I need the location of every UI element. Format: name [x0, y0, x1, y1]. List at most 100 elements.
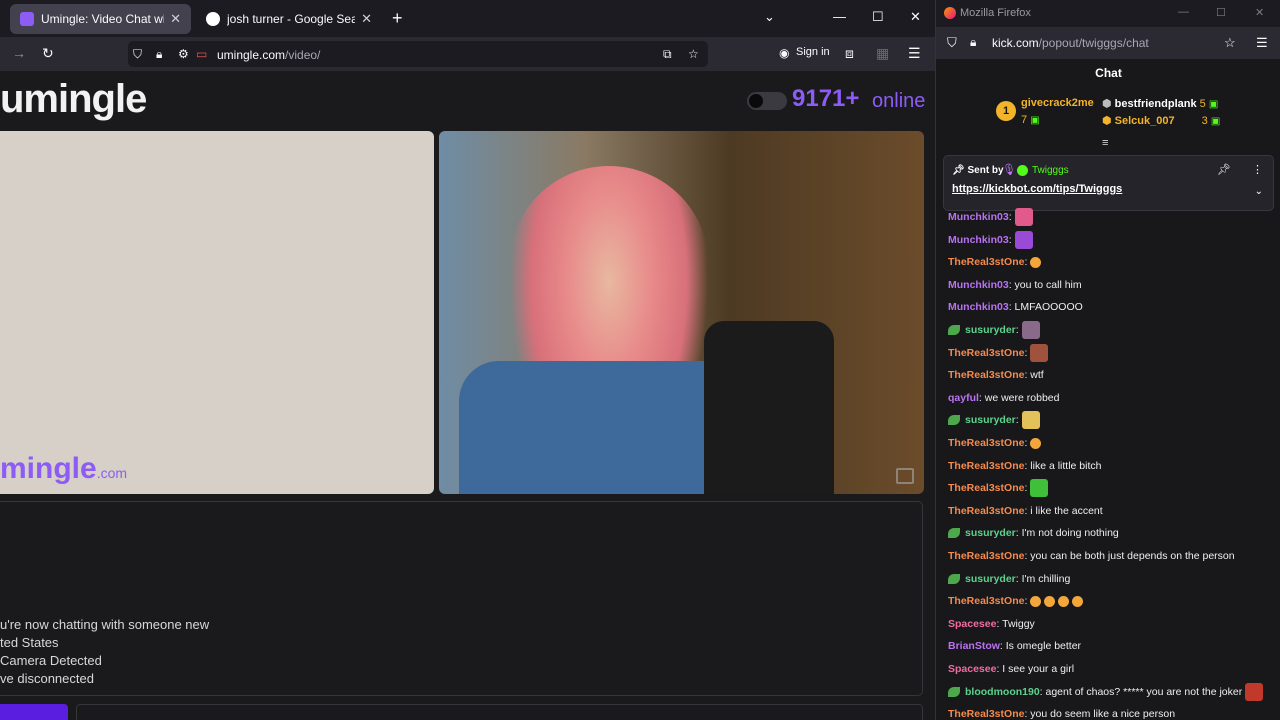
chat-message: Spacesee: Twiggy	[948, 613, 1035, 635]
chat-message: TheReal3stOne: i like the accent	[948, 500, 1103, 522]
rank-badge: 1	[996, 101, 1016, 121]
chat-username[interactable]: susuryder	[965, 324, 1016, 336]
chat-username[interactable]: Munchkin03	[948, 279, 1009, 291]
chat-username[interactable]: TheReal3stOne	[948, 708, 1024, 720]
chat-message: TheReal3stOne:	[948, 251, 1042, 273]
bookmark-star-icon[interactable]: ☆	[1224, 35, 1236, 51]
report-flag-icon[interactable]	[896, 468, 914, 484]
system-message: ve disconnected	[0, 671, 94, 686]
minimize-icon[interactable]: —	[833, 9, 846, 24]
chat-username[interactable]: TheReal3stOne	[948, 369, 1024, 381]
chat-log: u're now chatting with someone new ted S…	[0, 501, 923, 696]
leaderboard-entry[interactable]: ⬢ bestfriendplank 5 ▣	[1102, 97, 1218, 110]
new-tab-icon[interactable]: +	[392, 8, 403, 29]
emote-icon	[1021, 411, 1040, 430]
system-message: u're now chatting with someone new	[0, 617, 210, 632]
tab-umingle[interactable]: Umingle: Video Chat with Stran ✕	[10, 4, 191, 34]
chat-username[interactable]: TheReal3stOne	[948, 460, 1024, 472]
chat-username[interactable]: TheReal3stOne	[948, 482, 1024, 494]
pinned-link[interactable]: https://kickbot.com/tips/Twigggs	[952, 183, 1122, 195]
chat-title: Chat	[1095, 66, 1122, 80]
maximize-icon[interactable]: ☐	[1216, 6, 1226, 19]
message-input[interactable]	[76, 704, 923, 720]
emoji-icon	[1030, 437, 1042, 449]
new-chat-button[interactable]	[0, 704, 68, 720]
sub-badge-icon	[948, 415, 960, 426]
forward-icon[interactable]: →	[12, 45, 26, 61]
chat-message: TheReal3stOne: you do seem like a nice p…	[948, 703, 1175, 720]
pinned-sender[interactable]: Twigggs	[1032, 165, 1069, 176]
url-bar[interactable]: ⛉ 🔒︎ kick.com/popout/twigggs/chat ☆ ☰	[936, 27, 1280, 59]
sign-in-button[interactable]: Sign in	[796, 46, 830, 58]
umingle-page: umingle 9171+ online mingle.com u're now…	[0, 71, 935, 720]
chat-username[interactable]: BrianStow	[948, 640, 1000, 652]
close-window-icon[interactable]: ✕	[1255, 6, 1264, 19]
maximize-icon[interactable]: ☐	[872, 9, 884, 25]
emote-icon	[1014, 208, 1033, 226]
picture-in-picture-icon[interactable]: ⧉	[663, 47, 672, 62]
leaderboard-entry[interactable]: ⬢ Selcuk_007 3 ▣	[1102, 114, 1220, 127]
chat-username[interactable]: susuryder	[965, 573, 1016, 585]
close-tab-icon[interactable]: ✕	[361, 11, 372, 27]
extensions-icon[interactable]: ⧈	[845, 45, 854, 62]
sender-badge-icon	[1017, 165, 1028, 176]
account-icon[interactable]: ◉	[779, 46, 789, 60]
chat-text: : Is omegle better	[999, 640, 1082, 653]
shield-icon[interactable]: ⛉	[133, 47, 142, 62]
chat-username[interactable]: Munchkin03	[948, 301, 1009, 313]
leaderboard-entry[interactable]: givecrack2me	[1021, 97, 1094, 109]
chat-username[interactable]: TheReal3stOne	[948, 347, 1024, 359]
shield-icon[interactable]: ⛉	[947, 35, 957, 51]
umingle-favicon-icon	[20, 12, 34, 26]
sidebar-icon[interactable]: ▦	[876, 45, 889, 62]
close-window-icon[interactable]: ✕	[910, 9, 921, 25]
unpin-icon[interactable]: 📌︎	[1217, 163, 1231, 176]
url-bar[interactable]: ⛉ 🔒︎ ⚙ ▭ umingle.com/video/ ⧉ ☆	[128, 41, 708, 67]
lock-icon[interactable]: 🔒︎	[970, 35, 976, 50]
emote-icon	[1030, 479, 1049, 498]
gift-icon: ▣	[1210, 116, 1221, 127]
theme-toggle[interactable]	[747, 92, 787, 110]
system-message: ted States	[0, 635, 59, 650]
chat-username[interactable]: TheReal3stOne	[948, 505, 1024, 517]
reload-icon[interactable]: ↻	[42, 45, 54, 62]
chat-message: qayful: we were robbed	[948, 387, 1059, 409]
chat-username[interactable]: susuryder	[965, 527, 1016, 539]
google-favicon-icon	[206, 12, 220, 26]
tab-list-chevron-icon[interactable]: ⌄	[764, 9, 775, 25]
close-tab-icon[interactable]: ✕	[170, 11, 181, 27]
expand-leaderboard-icon[interactable]: ≡	[1102, 137, 1108, 149]
menu-icon[interactable]: ☰	[908, 45, 921, 62]
chat-text: :	[1024, 482, 1028, 495]
chevron-down-icon[interactable]: ⌄	[1255, 186, 1263, 197]
chat-username[interactable]: bloodmoon190	[965, 686, 1040, 698]
chat-message: BrianStow: Is omegle better	[948, 635, 1081, 657]
permissions-icon[interactable]: ⚙	[178, 47, 189, 61]
pinned-message: 📌︎ Sent by 🎙︎ Twigggs https://kickbot.co…	[943, 155, 1274, 211]
nav-toolbar: → ↻ ⛉ 🔒︎ ⚙ ▭ umingle.com/video/ ⧉ ☆ ◉ Si…	[0, 37, 935, 71]
tab-label: josh turner - Google Search	[227, 12, 356, 26]
chat-username[interactable]: Munchkin03	[948, 211, 1009, 223]
chat-username[interactable]: TheReal3stOne	[948, 256, 1024, 268]
chat-username[interactable]: Munchkin03	[948, 234, 1009, 246]
browser-window-left: Umingle: Video Chat with Stran ✕ josh tu…	[0, 0, 935, 720]
umingle-logo[interactable]: umingle	[0, 77, 147, 122]
tab-google-search[interactable]: josh turner - Google Search ✕	[196, 4, 382, 34]
camera-blocked-icon[interactable]: ▭	[196, 47, 207, 61]
chat-username[interactable]: Spacesee	[948, 618, 996, 630]
more-options-icon[interactable]: ⋮	[1252, 163, 1263, 176]
minimize-icon[interactable]: —	[1178, 6, 1189, 18]
chat-text: :	[1008, 211, 1012, 223]
chat-message: TheReal3stOne:	[948, 432, 1042, 454]
chat-username[interactable]: TheReal3stOne	[948, 550, 1024, 562]
chat-text: : agent of chaos? ***** you are not the …	[1039, 685, 1243, 698]
menu-icon[interactable]: ☰	[1256, 35, 1268, 51]
chat-username[interactable]: TheReal3stOne	[948, 595, 1024, 607]
chat-username[interactable]: qayful	[948, 392, 979, 404]
chat-message: TheReal3stOne: you can be both just depe…	[948, 545, 1235, 567]
lock-icon[interactable]: 🔒︎	[156, 47, 162, 62]
chat-username[interactable]: Spacesee	[948, 663, 996, 675]
bookmark-star-icon[interactable]: ☆	[688, 47, 699, 61]
chat-username[interactable]: TheReal3stOne	[948, 437, 1024, 449]
chat-username[interactable]: susuryder	[965, 414, 1016, 426]
